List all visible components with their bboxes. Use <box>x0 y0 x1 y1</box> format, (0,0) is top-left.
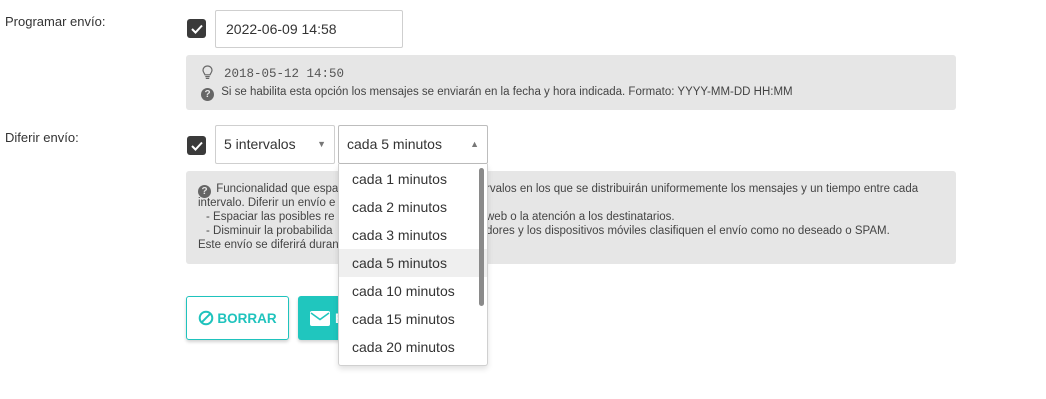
dropdown-option[interactable]: cada 15 minutos <box>339 305 487 333</box>
defer-help-line4-left: - Disminuir la probabilida <box>206 225 333 237</box>
interval-dropdown-list[interactable]: cada 1 minutos cada 2 minutos cada 3 min… <box>338 164 488 366</box>
check-icon <box>190 141 203 151</box>
defer-help-line1-right: rvalos en los que se distribuirán unifor… <box>486 183 919 195</box>
intervals-select-value: 5 intervalos <box>224 136 296 152</box>
defer-checkbox[interactable] <box>187 136 206 155</box>
lightbulb-icon <box>202 65 213 83</box>
datetime-format-example: 2018-05-12 14:50 <box>224 67 345 81</box>
caret-down-icon: ▼ <box>317 139 326 149</box>
check-icon <box>190 24 203 34</box>
dropdown-option[interactable]: cada 10 minutos <box>339 277 487 305</box>
interval-time-select[interactable]: cada 5 minutos ▲ <box>338 125 488 164</box>
question-circle-icon: ? <box>201 88 214 101</box>
clear-button-label: BORRAR <box>217 310 277 326</box>
clear-button[interactable]: BORRAR <box>186 296 289 340</box>
schedule-help-text: Si se habilita esta opción los mensajes … <box>221 86 793 98</box>
defer-info-box: ? Funcionalidad que espa rvalos en los q… <box>186 171 956 264</box>
defer-help-line2: intervalo. Diferir un envío e <box>198 197 336 209</box>
defer-help-line3-left: - Espaciar las posibles re <box>206 211 335 223</box>
ban-icon <box>199 310 214 326</box>
defer-label: Diferir envío: <box>5 130 79 145</box>
defer-help-line1-left: Funcionalidad que espa <box>216 183 339 195</box>
schedule-datetime-input[interactable] <box>215 10 403 48</box>
dropdown-scrollbar[interactable] <box>479 168 484 306</box>
dropdown-option[interactable]: cada 2 minutos <box>339 193 487 221</box>
schedule-label: Programar envío: <box>5 14 106 29</box>
intervals-select[interactable]: 5 intervalos ▼ <box>215 125 335 164</box>
defer-help-line3-right: web o la atención a los destinatarios. <box>486 211 675 223</box>
defer-help-line5: Este envío se diferirá duran <box>198 239 339 251</box>
defer-help-line4-right: dores y los dispositivos móviles clasifi… <box>486 225 890 237</box>
dropdown-option-selected[interactable]: cada 5 minutos <box>339 249 487 277</box>
dropdown-option[interactable]: cada 1 minutos <box>339 165 487 193</box>
envelope-icon <box>310 310 330 326</box>
interval-time-select-value: cada 5 minutos <box>347 136 442 152</box>
caret-up-icon: ▲ <box>470 139 479 149</box>
dropdown-option[interactable]: cada 20 minutos <box>339 333 487 361</box>
schedule-info-box: 2018-05-12 14:50 ? Si se habilita esta o… <box>186 55 956 110</box>
dropdown-option[interactable]: cada 3 minutos <box>339 221 487 249</box>
schedule-checkbox[interactable] <box>187 19 206 38</box>
